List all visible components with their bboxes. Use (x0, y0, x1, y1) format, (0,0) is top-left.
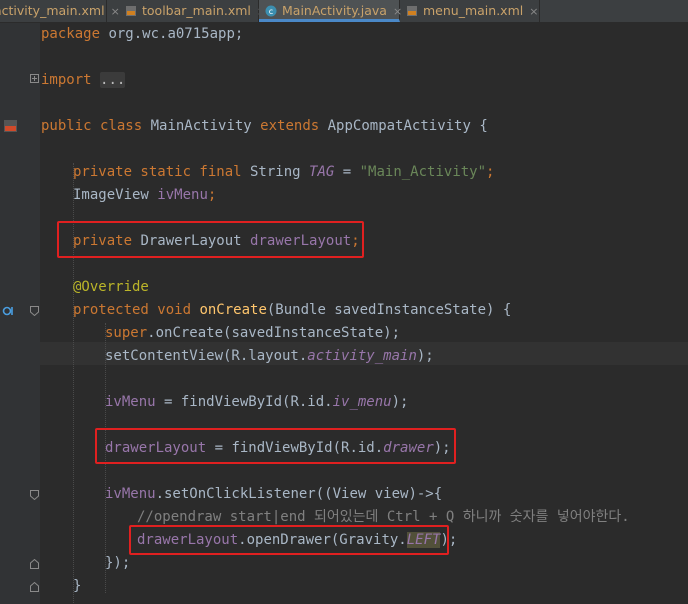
code-line-import: import ... (41, 72, 126, 88)
editor-tab-bar: activity_main.xml× toolbar_main.xml× cMa… (0, 0, 688, 23)
code-line-tag: private static final String TAG = "Main_… (73, 164, 495, 180)
code-line-close-method: } (73, 578, 82, 594)
code-line-ivmenu-find: ivMenu = findViewById(R.id.iv_menu); (105, 394, 409, 410)
code-line-class: public class MainActivity extends AppCom… (41, 118, 488, 134)
code-line-super: super.onCreate(savedInstanceState); (105, 325, 401, 341)
code-line-comment: //opendraw start|end 되어있는데 Ctrl + Q 하니까 … (137, 509, 630, 525)
code-line-setcontent: setContentView(R.layout.activity_main); (105, 348, 434, 364)
tab-activity-main[interactable]: activity_main.xml × (0, 0, 120, 22)
tab-toolbar-main[interactable]: toolbar_main.xml× (119, 0, 266, 22)
tab-label: menu_main.xml (423, 3, 524, 18)
highlight-box (129, 525, 449, 555)
code-line-oncreate: protected void onCreate(Bundle savedInst… (73, 302, 512, 318)
code-line-ivmenu: ImageView ivMenu; (73, 187, 217, 203)
code-editor[interactable]: package org.wc.a0715app; import ... publ… (0, 23, 688, 604)
folded-imports[interactable]: ... (100, 72, 126, 88)
tab-label: MainActivity.java (282, 3, 387, 18)
tab-menu-main[interactable]: menu_main.xml × (400, 0, 540, 22)
highlight-box (95, 428, 456, 464)
highlight-box (57, 221, 364, 258)
xml-file-icon (126, 6, 136, 16)
tab-main-activity[interactable]: c MainActivity.java × (259, 0, 402, 22)
tab-label: activity_main.xml (0, 3, 105, 18)
xml-file-icon (407, 6, 417, 16)
code-line-close-lambda: }); (105, 555, 131, 571)
tab-label: toolbar_main.xml (142, 3, 251, 18)
class-file-icon: c (265, 5, 277, 17)
code-line-override: @Override (73, 279, 149, 295)
close-icon[interactable]: × (529, 5, 538, 18)
code-line-1: package org.wc.a0715app; (41, 26, 244, 42)
code-line-listener: ivMenu.setOnClickListener((View view)->{ (105, 486, 443, 502)
svg-text:c: c (269, 7, 273, 16)
